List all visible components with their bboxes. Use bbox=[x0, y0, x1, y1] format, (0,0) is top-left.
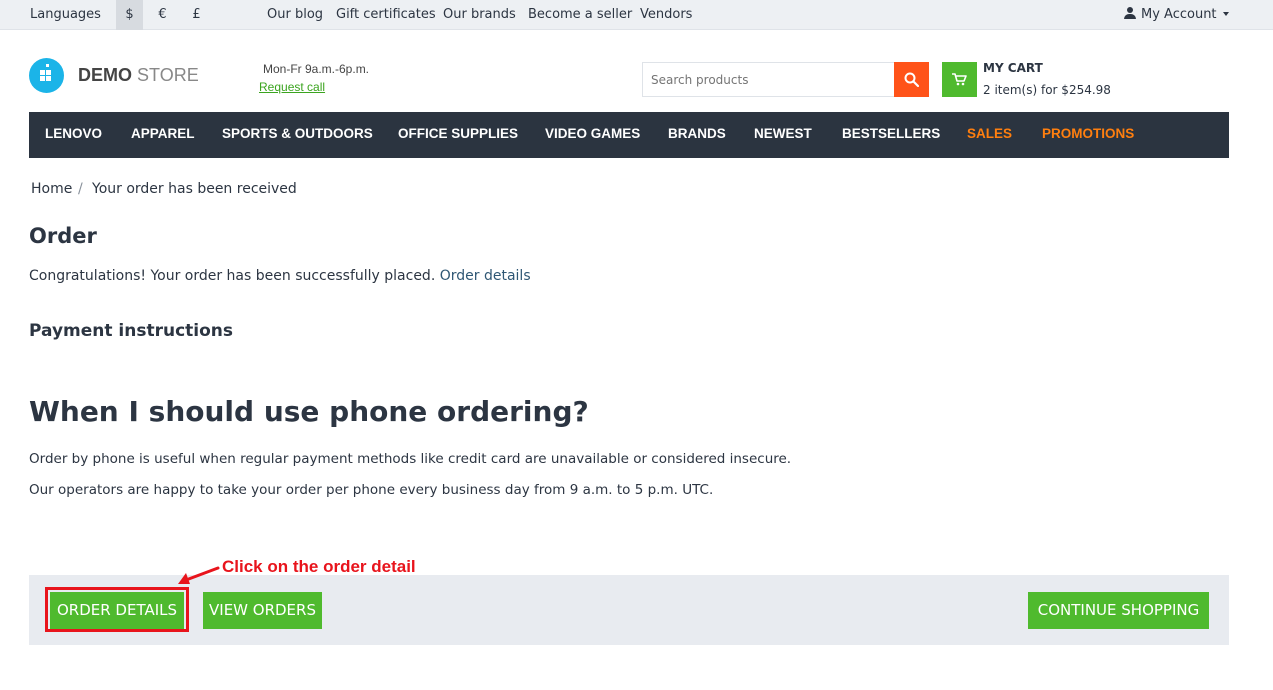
search-button[interactable] bbox=[894, 62, 929, 97]
search-icon bbox=[904, 72, 919, 87]
page-title: Order bbox=[29, 224, 97, 248]
order-success-message: Congratulations! Your order has been suc… bbox=[29, 268, 531, 284]
annotation-arrow-icon bbox=[178, 566, 220, 584]
nav-item-lenovo[interactable]: LENOVO bbox=[45, 112, 102, 158]
nav-item-sales[interactable]: SALES bbox=[967, 112, 1012, 158]
nav-item-apparel[interactable]: APPAREL bbox=[131, 112, 195, 158]
logo-light-text: STORE bbox=[137, 65, 199, 85]
cart-button[interactable] bbox=[942, 62, 977, 97]
logo-bold-text: DEMO bbox=[78, 65, 132, 85]
currency-gbp[interactable]: £ bbox=[183, 0, 210, 30]
breadcrumb-current: Your order has been received bbox=[92, 181, 297, 197]
cart-summary[interactable]: 2 item(s) for $254.98 bbox=[983, 83, 1111, 97]
nav-item-brands[interactable]: BRANDS bbox=[668, 112, 726, 158]
phone-ordering-paragraph-2: Our operators are happy to take your ord… bbox=[29, 482, 714, 498]
continue-shopping-button[interactable]: CONTINUE SHOPPING bbox=[1028, 592, 1209, 629]
currency-eur[interactable]: € bbox=[149, 0, 176, 30]
phone-ordering-paragraph-1: Order by phone is useful when regular pa… bbox=[29, 451, 792, 467]
business-hours: Mon-Fr 9a.m.-6p.m. bbox=[263, 62, 370, 76]
link-our-blog[interactable]: Our blog bbox=[267, 0, 323, 30]
caret-down-icon bbox=[1222, 12, 1229, 16]
nav-item-bestsellers[interactable]: BESTSELLERS bbox=[842, 112, 940, 158]
my-account-label: My Account bbox=[1141, 7, 1217, 22]
main-navigation: LENOVO APPAREL SPORTS & OUTDOORS OFFICE … bbox=[29, 112, 1229, 158]
order-details-link[interactable]: Order details bbox=[440, 268, 531, 284]
breadcrumb-home[interactable]: Home bbox=[31, 181, 72, 197]
link-vendors[interactable]: Vendors bbox=[640, 0, 692, 30]
breadcrumb-separator: / bbox=[78, 181, 83, 197]
payment-instructions-heading: Payment instructions bbox=[29, 321, 234, 341]
cart-icon bbox=[952, 73, 967, 86]
link-our-brands[interactable]: Our brands bbox=[443, 0, 516, 30]
link-become-a-seller[interactable]: Become a seller bbox=[528, 0, 632, 30]
nav-item-video-games[interactable]: VIDEO GAMES bbox=[545, 112, 640, 158]
nav-item-newest[interactable]: NEWEST bbox=[754, 112, 812, 158]
store-logo-icon[interactable] bbox=[29, 58, 64, 93]
store-logo-text[interactable]: DEMO STORE bbox=[78, 65, 199, 86]
user-icon bbox=[1124, 7, 1136, 19]
cart-title[interactable]: MY CART bbox=[983, 61, 1043, 75]
link-gift-certificates[interactable]: Gift certificates bbox=[336, 0, 436, 30]
nav-item-sports-outdoors[interactable]: SPORTS & OUTDOORS bbox=[222, 112, 373, 158]
nav-item-promotions[interactable]: PROMOTIONS bbox=[1042, 112, 1134, 158]
top-bar: Languages $ € £ Our blog Gift certificat… bbox=[0, 0, 1273, 30]
annotation-text: Click on the order detail bbox=[222, 557, 416, 576]
request-call-link[interactable]: Request call bbox=[259, 80, 325, 94]
view-orders-button[interactable]: VIEW ORDERS bbox=[203, 592, 322, 629]
search-input[interactable] bbox=[642, 62, 894, 97]
annotation-highlight-box bbox=[45, 587, 189, 632]
nav-item-office-supplies[interactable]: OFFICE SUPPLIES bbox=[398, 112, 518, 158]
phone-ordering-heading: When I should use phone ordering? bbox=[29, 395, 589, 428]
currency-usd[interactable]: $ bbox=[116, 0, 143, 30]
my-account-dropdown[interactable]: My Account bbox=[1124, 0, 1229, 30]
congrats-text: Congratulations! Your order has been suc… bbox=[29, 268, 436, 284]
languages-dropdown[interactable]: Languages bbox=[30, 0, 101, 30]
